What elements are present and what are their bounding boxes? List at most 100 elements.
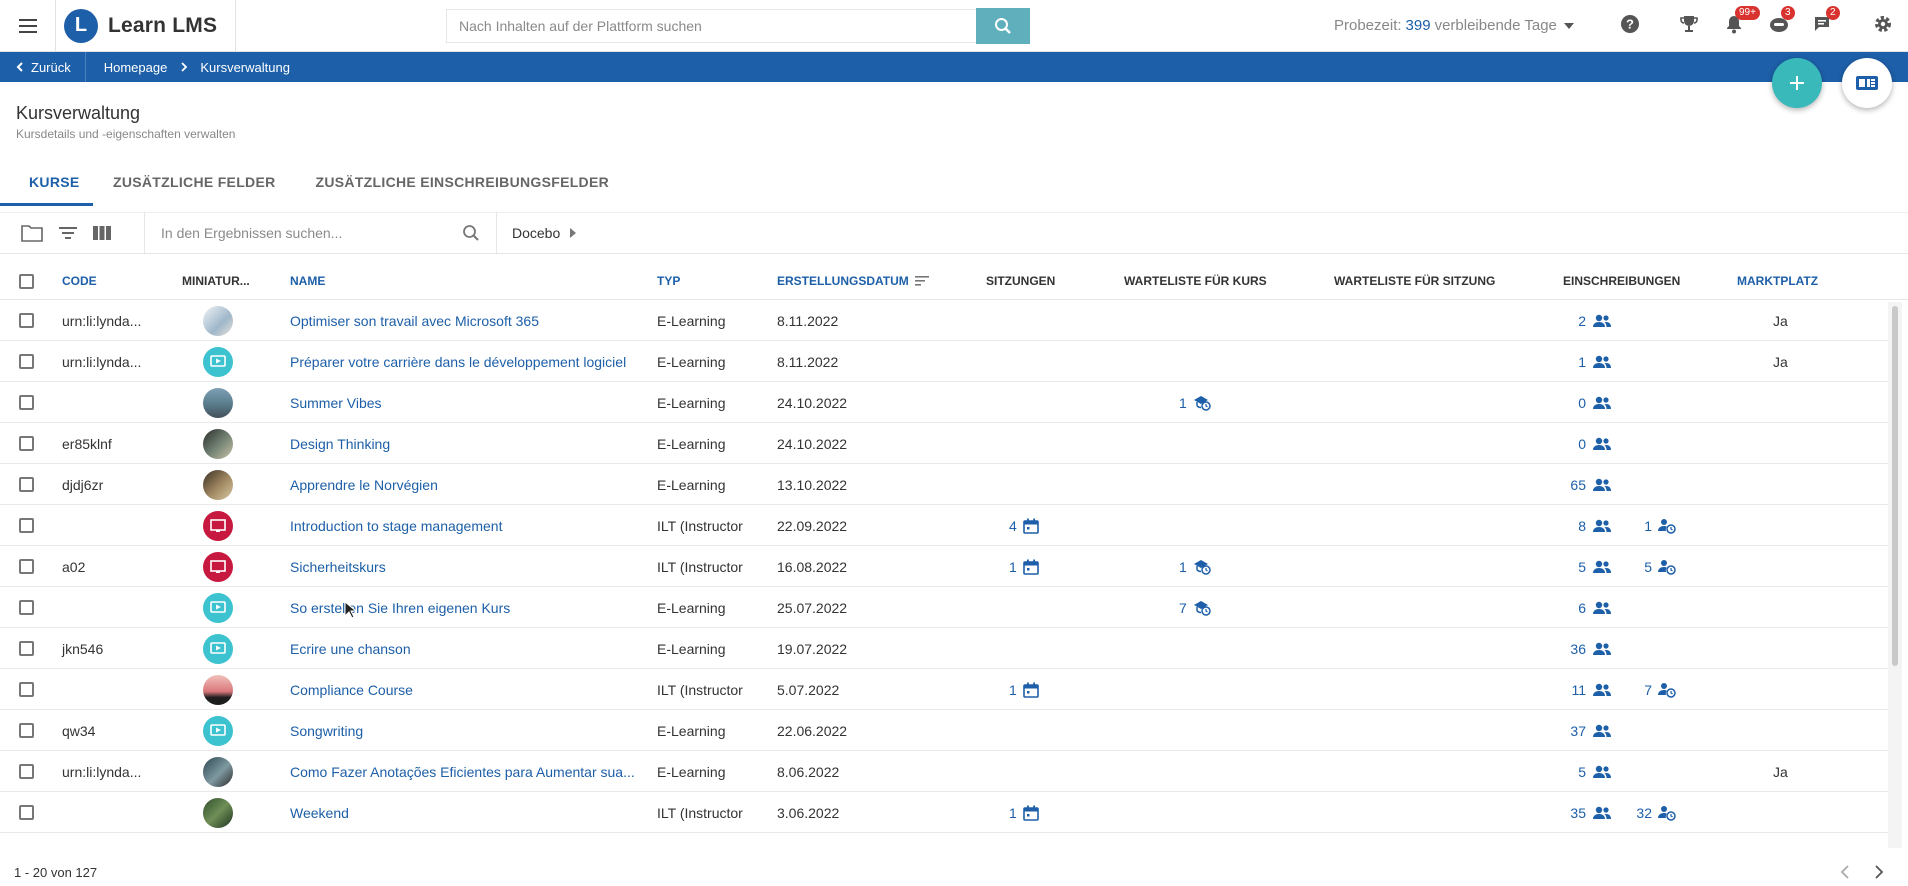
course-name-link[interactable]: Apprendre le Norvégien <box>290 464 438 505</box>
chevron-right-icon[interactable] <box>1874 865 1884 879</box>
col-enrollments[interactable]: EINSCHREIBUNGEN <box>1563 262 1680 300</box>
table-row[interactable]: er85klnf Design Thinking E-Learning 24.10.2… <box>0 423 1888 464</box>
row-select[interactable] <box>19 300 34 341</box>
table-row[interactable]: So erstellen Sie Ihren eigenen Kurs E-Lea… <box>0 587 1888 628</box>
row-checkbox[interactable] <box>19 600 34 615</box>
row-checkbox[interactable] <box>19 641 34 656</box>
tab-additional-fields[interactable]: ZUSÄTZLICHE FELDER <box>93 160 296 206</box>
back-link[interactable]: Zurück <box>0 52 86 82</box>
row-checkbox[interactable] <box>19 559 34 574</box>
col-thumbnail[interactable]: MINIATUR... <box>182 262 250 300</box>
row-checkbox[interactable] <box>19 764 34 779</box>
filter-icon[interactable] <box>58 225 78 241</box>
enrollments-count[interactable]: 36 <box>1570 628 1612 669</box>
row-checkbox[interactable] <box>19 395 34 410</box>
tab-enrollment-fields[interactable]: ZUSÄTZLICHE EINSCHREIBUNGSFELDER <box>296 160 630 206</box>
trial-dropdown[interactable]: Probezeit: 399 verbleibende Tage <box>1334 17 1575 34</box>
course-name-link[interactable]: Sicherheitskurs <box>290 546 386 587</box>
waitlist-count[interactable]: 7 <box>1179 587 1211 628</box>
row-checkbox[interactable] <box>19 313 34 328</box>
chevron-left-icon[interactable] <box>1840 865 1850 879</box>
table-row[interactable]: Weekend ILT (Instructor 3.06.2022 1 35 32 <box>0 792 1888 833</box>
col-waitlist-session[interactable]: WARTELISTE FÜR SITZUNG <box>1334 262 1495 300</box>
enrollments-count[interactable]: 0 <box>1578 382 1612 423</box>
tab-courses[interactable]: KURSE <box>0 160 93 206</box>
pending-enrollments[interactable]: 1 <box>1644 505 1676 546</box>
pending-enrollments[interactable]: 7 <box>1644 669 1676 710</box>
course-name-link[interactable]: Optimiser son travail avec Microsoft 365 <box>290 300 539 341</box>
enrollments-count[interactable]: 11 <box>1571 669 1612 710</box>
table-row[interactable]: urn:li:lynda... Como Fazer Anotações Efic… <box>0 751 1888 792</box>
row-checkbox[interactable] <box>19 436 34 451</box>
table-row[interactable]: Summer Vibes E-Learning 24.10.2022 1 0 <box>0 382 1888 423</box>
enrollments-count[interactable]: 37 <box>1570 710 1612 751</box>
folder-icon[interactable] <box>20 223 44 243</box>
select-all-checkbox[interactable] <box>19 273 34 289</box>
row-select[interactable] <box>19 464 34 505</box>
row-select[interactable] <box>19 505 34 546</box>
col-name[interactable]: NAME <box>290 262 325 300</box>
brand[interactable]: L Learn LMS <box>56 0 236 52</box>
menu-button[interactable] <box>0 0 56 52</box>
sessions-count[interactable]: 1 <box>1009 792 1039 833</box>
achievements-button[interactable] <box>1679 14 1699 38</box>
table-row[interactable]: Compliance Course ILT (Instructor 5.07.202… <box>0 669 1888 710</box>
table-row[interactable]: a02 Sicherheitskurs ILT (Instructor 16.08.2… <box>0 546 1888 587</box>
table-row[interactable]: urn:li:lynda... Optimiser son travail ave… <box>0 300 1888 341</box>
table-row[interactable]: urn:li:lynda... Préparer votre carrière d… <box>0 341 1888 382</box>
row-select[interactable] <box>19 587 34 628</box>
pending-enrollments[interactable]: 32 <box>1636 792 1676 833</box>
learning-button[interactable]: 3 <box>1768 6 1795 38</box>
row-select[interactable] <box>19 751 34 792</box>
row-select[interactable] <box>19 710 34 751</box>
row-select[interactable] <box>19 546 34 587</box>
course-name-link[interactable]: Préparer votre carrière dans le développ… <box>290 341 626 382</box>
col-type[interactable]: TYP <box>657 262 680 300</box>
course-name-link[interactable]: Compliance Course <box>290 669 413 710</box>
col-waitlist-course[interactable]: WARTELISTE FÜR KURS <box>1124 262 1267 300</box>
row-checkbox[interactable] <box>19 518 34 533</box>
sessions-count[interactable]: 1 <box>1009 546 1039 587</box>
row-select[interactable] <box>19 341 34 382</box>
notifications-button[interactable]: 99+ <box>1724 6 1760 38</box>
row-select[interactable] <box>19 423 34 464</box>
enrollments-count[interactable]: 5 <box>1578 751 1612 792</box>
breadcrumb-homepage[interactable]: Homepage <box>86 60 168 75</box>
course-name-link[interactable]: So erstellen Sie Ihren eigenen Kurs <box>290 587 510 628</box>
course-name-link[interactable]: Ecrire une chanson <box>290 628 411 669</box>
course-name-link[interactable]: Design Thinking <box>290 423 390 464</box>
sessions-count[interactable]: 4 <box>1009 505 1039 546</box>
messages-button[interactable]: 2 <box>1813 6 1840 38</box>
table-row[interactable]: qw34 Songwriting E-Learning 22.06.2022 37 <box>0 710 1888 751</box>
table-row[interactable]: jkn546 Ecrire une chanson E-Learning 19.07.… <box>0 628 1888 669</box>
row-checkbox[interactable] <box>19 805 34 820</box>
table-row[interactable]: djdj6zr Apprendre le Norvégien E-Learning 1… <box>0 464 1888 505</box>
columns-icon[interactable] <box>92 225 112 241</box>
enrollments-count[interactable]: 1 <box>1578 341 1612 382</box>
col-created[interactable]: ERSTELLUNGSDATUM <box>777 262 929 300</box>
global-search-input[interactable] <box>447 10 976 42</box>
enrollments-count[interactable]: 65 <box>1570 464 1612 505</box>
vertical-scrollbar[interactable] <box>1888 302 1902 848</box>
course-name-link[interactable]: Summer Vibes <box>290 382 382 423</box>
row-checkbox[interactable] <box>19 354 34 369</box>
scrollbar-thumb[interactable] <box>1892 306 1898 666</box>
sessions-count[interactable]: 1 <box>1009 669 1039 710</box>
add-course-button[interactable] <box>1772 58 1822 108</box>
col-marketplace[interactable]: MARKTPLATZ <box>1737 262 1818 300</box>
course-name-link[interactable]: Weekend <box>290 792 349 833</box>
table-row[interactable]: Introduction to stage management ILT (Ins… <box>0 505 1888 546</box>
results-search-input[interactable] <box>145 225 462 241</box>
row-checkbox[interactable] <box>19 477 34 492</box>
branch-selector[interactable]: Docebo <box>497 225 577 241</box>
waitlist-count[interactable]: 1 <box>1179 546 1211 587</box>
row-checkbox[interactable] <box>19 682 34 697</box>
row-select[interactable] <box>19 669 34 710</box>
search-icon[interactable] <box>462 224 480 242</box>
waitlist-count[interactable]: 1 <box>1179 382 1211 423</box>
global-search-button[interactable] <box>976 8 1030 44</box>
course-name-link[interactable]: Como Fazer Anotações Eficientes para Aum… <box>290 751 635 792</box>
row-select[interactable] <box>19 382 34 423</box>
course-name-link[interactable]: Introduction to stage management <box>290 505 502 546</box>
pending-enrollments[interactable]: 5 <box>1644 546 1676 587</box>
